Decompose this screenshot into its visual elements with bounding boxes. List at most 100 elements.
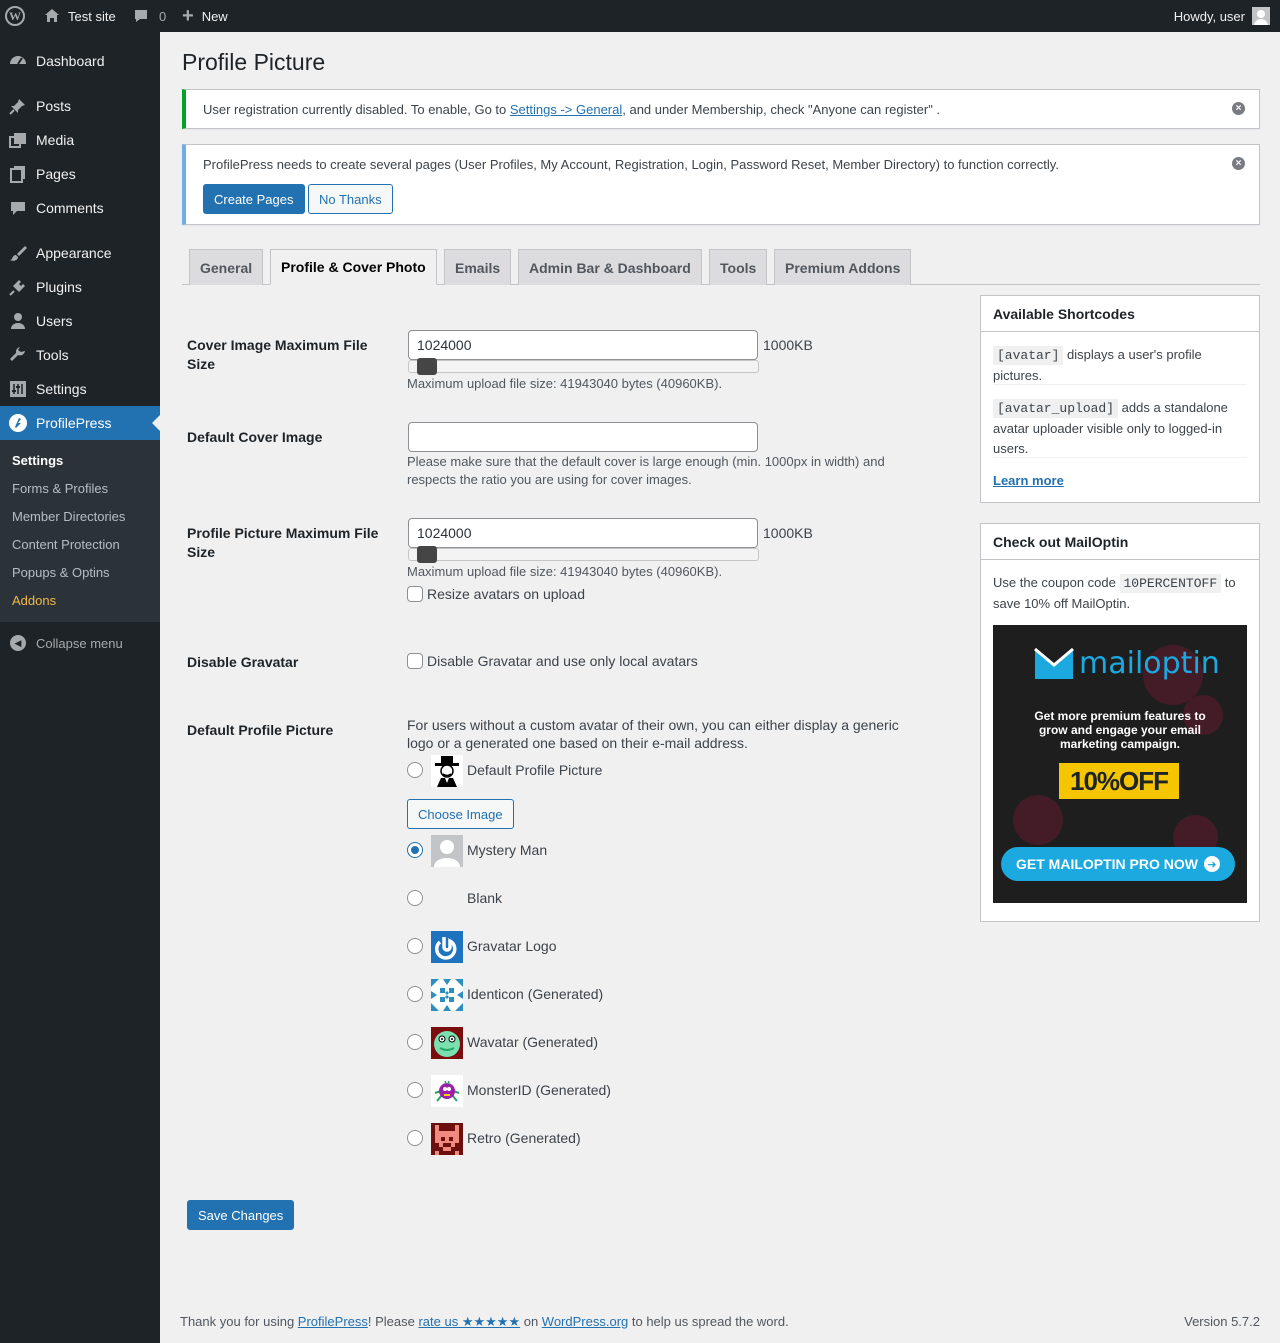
radio-blank[interactable] [407, 890, 423, 906]
option-label: Retro (Generated) [467, 1130, 581, 1146]
detective-avatar-icon [431, 755, 463, 787]
slider-handle[interactable] [417, 358, 437, 375]
menu-posts[interactable]: Posts [0, 89, 160, 123]
menu-label: Comments [36, 200, 104, 216]
shortcodes-title: Available Shortcodes [981, 296, 1259, 332]
default-cover-label: Default Cover Image [187, 429, 323, 445]
radio-mystery-man[interactable] [407, 842, 423, 858]
menu-label: Appearance [36, 245, 112, 261]
default-picture-intro: For users without a custom avatar of the… [407, 717, 899, 751]
radio-default-profile-picture[interactable] [407, 762, 423, 778]
new-label: New [201, 8, 228, 24]
monsterid-avatar-icon [431, 1075, 463, 1107]
menu-plugins[interactable]: Plugins [0, 270, 160, 304]
mailoptin-banner[interactable]: mailoptin Get more premium features to g… [993, 625, 1247, 903]
radio-monsterid[interactable] [407, 1082, 423, 1098]
learn-more-link[interactable]: Learn more [993, 471, 1064, 491]
option-label: Identicon (Generated) [467, 986, 604, 1002]
radio-retro[interactable] [407, 1130, 423, 1146]
submenu-settings[interactable]: Settings [12, 453, 63, 468]
save-changes-button[interactable]: Save Changes [187, 1200, 295, 1230]
create-pages-notice-text: ProfilePress needs to create several pag… [203, 157, 1059, 172]
wrench-icon [0, 346, 36, 364]
version-text: Version 5.7.2 [1184, 1314, 1260, 1329]
site-name: Test site [68, 8, 116, 24]
option-label: Blank [467, 890, 503, 906]
menu-profilepress[interactable]: ProfilePress [0, 406, 160, 440]
default-cover-input[interactable] [408, 422, 758, 452]
tab-tools[interactable]: Tools [709, 249, 768, 285]
new-content-link[interactable]: + New [182, 0, 228, 32]
create-pages-button[interactable]: Create Pages [203, 184, 305, 214]
submenu-addons[interactable]: Addons [12, 593, 56, 608]
collapse-menu-button[interactable]: ◀ Collapse menu [0, 628, 160, 658]
submenu-member-directories[interactable]: Member Directories [12, 509, 125, 524]
submenu-content-protection[interactable]: Content Protection [12, 537, 120, 552]
cover-max-size-slider[interactable] [408, 358, 759, 375]
dismiss-notice-icon[interactable]: × [1232, 102, 1245, 115]
picture-max-size-slider[interactable] [408, 546, 759, 563]
tab-emails[interactable]: Emails [444, 249, 512, 285]
tab-general[interactable]: General [189, 249, 264, 285]
tab-profile-cover-photo[interactable]: Profile & Cover Photo [270, 249, 437, 285]
submenu-popups-optins[interactable]: Popups & Optins [12, 565, 110, 580]
picture-max-size-description: Maximum upload file size: 41943040 bytes… [407, 564, 723, 579]
menu-media[interactable]: Media [0, 123, 160, 157]
menu-appearance[interactable]: Appearance [0, 236, 160, 270]
shortcodes-postbox: Available Shortcodes [avatar] displays a… [980, 295, 1260, 503]
wordpress-logo-icon[interactable]: W [5, 0, 29, 32]
registration-notice: User registration currently disabled. To… [182, 89, 1260, 129]
menu-settings[interactable]: Settings [0, 372, 160, 406]
banner-cta-button[interactable]: GET MAILOPTIN PRO NOW ➜ [1001, 847, 1235, 881]
disable-gravatar-checkbox-label: Disable Gravatar and use only local avat… [427, 653, 698, 669]
sliders-icon [0, 380, 36, 398]
gravatar-logo-icon [431, 931, 463, 963]
profilepress-link[interactable]: ProfilePress [298, 1314, 368, 1329]
banner-headline: Get more premium features to grow and en… [1034, 709, 1206, 751]
comments-link[interactable]: 0 [133, 0, 166, 32]
option-label: MonsterID (Generated) [467, 1082, 611, 1098]
tab-admin-bar-dashboard[interactable]: Admin Bar & Dashboard [518, 249, 702, 285]
rate-us-link[interactable]: rate us ★★★★★ [418, 1314, 520, 1329]
menu-dashboard[interactable]: Dashboard [0, 44, 160, 78]
menu-label: Pages [36, 166, 76, 182]
mailoptin-coupon-text: Use the coupon code 10PERCENTOFF to save… [993, 574, 1236, 611]
tab-premium-addons[interactable]: Premium Addons [774, 249, 912, 285]
menu-label: Plugins [36, 279, 82, 295]
comments-count: 0 [159, 8, 167, 24]
disable-gravatar-checkbox[interactable] [407, 653, 423, 669]
cover-max-size-input[interactable]: 1024000 [408, 330, 758, 360]
slider-handle[interactable] [417, 546, 437, 563]
settings-general-link[interactable]: Settings -> General [510, 102, 622, 117]
radio-gravatar-logo[interactable] [407, 938, 423, 954]
menu-users[interactable]: Users [0, 304, 160, 338]
mailoptin-title: Check out MailOptin [981, 524, 1259, 560]
menu-label: Dashboard [36, 53, 105, 69]
choose-image-button[interactable]: Choose Image [407, 799, 514, 829]
comment-icon [0, 199, 36, 217]
menu-label: Tools [36, 347, 69, 363]
mailoptin-postbox: Check out MailOptin Use the coupon code … [980, 523, 1260, 922]
retro-avatar-icon [431, 1123, 463, 1155]
radio-identicon[interactable] [407, 986, 423, 1002]
picture-max-size-input[interactable]: 1024000 [408, 518, 758, 548]
banner-discount: 10%OFF [1059, 763, 1179, 799]
submenu-forms-profiles[interactable]: Forms & Profiles [12, 481, 108, 496]
plus-icon: + [182, 4, 194, 27]
menu-tools[interactable]: Tools [0, 338, 160, 372]
my-account-link[interactable]: Howdy, user [1174, 0, 1270, 32]
user-avatar-icon [1252, 7, 1270, 25]
dismiss-notice-icon[interactable]: × [1232, 157, 1245, 170]
site-name-link[interactable]: Test site [44, 0, 116, 32]
resize-avatars-checkbox[interactable] [407, 586, 423, 602]
menu-pages[interactable]: Pages [0, 157, 160, 191]
mailoptin-envelope-icon [1034, 647, 1074, 679]
no-thanks-button[interactable]: No Thanks [308, 184, 393, 214]
identicon-avatar-icon [431, 979, 463, 1011]
wordpress-org-link[interactable]: WordPress.org [542, 1314, 628, 1329]
menu-comments[interactable]: Comments [0, 191, 160, 225]
shortcode-code: [avatar] [993, 346, 1064, 365]
menu-label: Posts [36, 98, 72, 114]
radio-wavatar[interactable] [407, 1034, 423, 1050]
wavatar-avatar-icon [431, 1027, 463, 1059]
